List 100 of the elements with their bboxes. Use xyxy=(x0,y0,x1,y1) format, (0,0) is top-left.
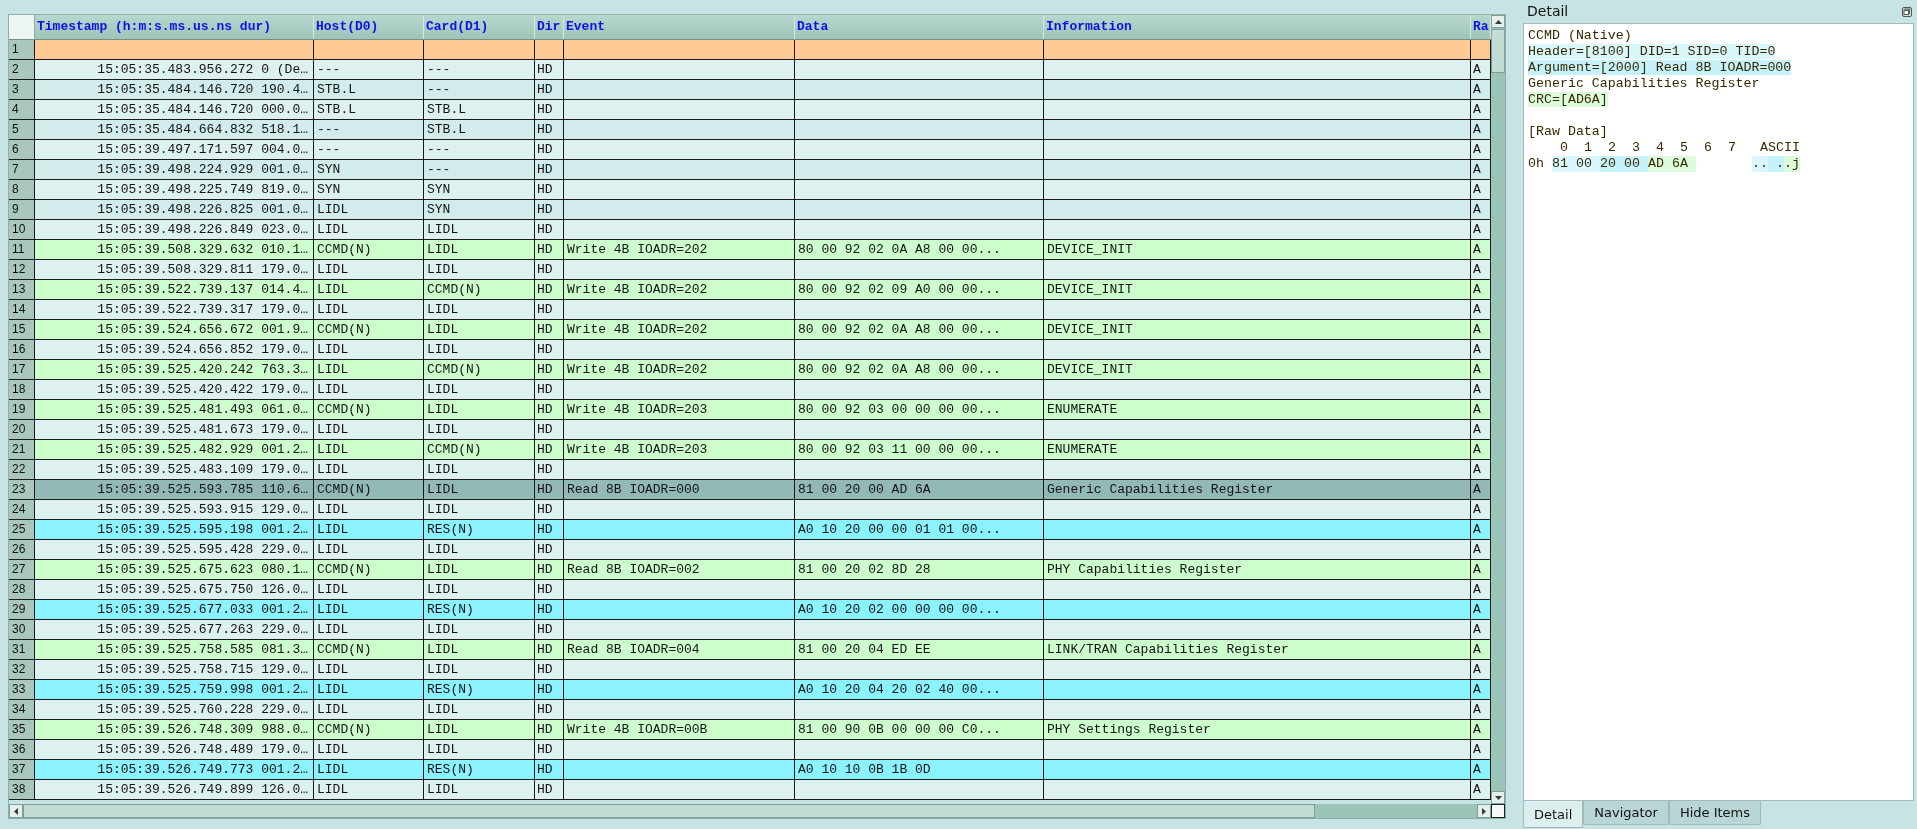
row-number: 20 xyxy=(9,420,35,440)
panel-tab[interactable]: Detail xyxy=(1523,801,1584,828)
row-number: 30 xyxy=(9,620,35,640)
table-row[interactable]: 13 15:05:39.522.739.137 014.4… LIDL CCMD(N) HD Write 4B IOADR=202 80 00 92 02 09 A0 00 00... DEVICE_INIT A xyxy=(9,280,1491,300)
table-row[interactable]: 36 15:05:39.526.748.489 179.0… LIDL LIDL HD A xyxy=(9,740,1491,760)
table-row[interactable]: 33 15:05:39.525.759.998 001.2… LIDL RES(N) HD A0 10 20 04 20 02 40 00... A xyxy=(9,680,1491,700)
table-row[interactable]: 30 15:05:39.525.677.263 229.0… LIDL LIDL HD A xyxy=(9,620,1491,640)
row-number: 27 xyxy=(9,560,35,580)
hex-byte: 00 xyxy=(1576,156,1600,172)
table-row[interactable]: 5 15:05:35.484.664.832 518.1… --- STB.L HD A xyxy=(9,120,1491,140)
detail-text: Generic Capabilities Register xyxy=(1528,76,1760,91)
table-row[interactable]: 20 15:05:39.525.481.673 179.0… LIDL LIDL HD A xyxy=(9,420,1491,440)
detail-text: Header=[8100] DID=1 SID=0 TID=0 xyxy=(1528,44,1776,59)
table-row[interactable]: 35 15:05:39.526.748.309 988.0… CCMD(N) LIDL HD Write 4B IOADR=00B 81 00 90 0B 00 00 00 C0... PHY Settings Register A xyxy=(9,720,1491,740)
column-header[interactable]: Dir xyxy=(535,15,564,39)
table-row[interactable]: 14 15:05:39.522.739.317 179.0… LIDL LIDL HD A xyxy=(9,300,1491,320)
row-number: 33 xyxy=(9,680,35,700)
row-number: 8 xyxy=(9,180,35,200)
table-row[interactable]: 9 15:05:39.498.226.825 001.0… LIDL SYN HD A xyxy=(9,200,1491,220)
table-row[interactable]: 29 15:05:39.525.677.033 001.2… LIDL RES(N) HD A0 10 20 02 00 00 00 00... A xyxy=(9,600,1491,620)
row-number: 5 xyxy=(9,120,35,140)
scroll-up-button[interactable] xyxy=(1491,15,1505,28)
row-number: 26 xyxy=(9,540,35,560)
raw-data-heading: [Raw Data] xyxy=(1528,124,1608,139)
row-number: 4 xyxy=(9,100,35,120)
row-number: 17 xyxy=(9,360,35,380)
table-row[interactable]: 38 15:05:39.526.749.899 126.0… LIDL LIDL HD A xyxy=(9,780,1491,800)
row-number: 11 xyxy=(9,240,35,260)
table-row[interactable]: 6 15:05:39.497.171.597 004.0… --- --- HD A xyxy=(9,140,1491,160)
row-number: 13 xyxy=(9,280,35,300)
row-number: 18 xyxy=(9,380,35,400)
restore-icon[interactable] xyxy=(1902,6,1912,17)
table-row[interactable]: 10 15:05:39.498.226.849 023.0… LIDL LIDL HD A xyxy=(9,220,1491,240)
table-row[interactable]: 28 15:05:39.525.675.750 126.0… LIDL LIDL HD A xyxy=(9,580,1491,600)
ascii-text: .. xyxy=(1752,156,1768,172)
table-row[interactable]: 7 15:05:39.498.224.929 001.0… SYN --- HD A xyxy=(9,160,1491,180)
hex-byte: 20 xyxy=(1600,156,1624,172)
row-number: 32 xyxy=(9,660,35,680)
column-header[interactable]: Event xyxy=(564,15,795,39)
row-number: 35 xyxy=(9,720,35,740)
table-row[interactable]: 21 15:05:39.525.482.929 001.2… LIDL CCMD(N) HD Write 4B IOADR=203 80 00 92 03 11 00 00 00... ENUMERATE A xyxy=(9,440,1491,460)
table-row[interactable]: 32 15:05:39.525.758.715 129.0… LIDL LIDL HD A xyxy=(9,660,1491,680)
scrollbar-thumb[interactable] xyxy=(1491,29,1505,73)
scroll-left-button[interactable] xyxy=(9,804,23,818)
right-arrow-icon xyxy=(1482,807,1486,815)
table-row[interactable]: 15 15:05:39.524.656.672 001.9… CCMD(N) LIDL HD Write 4B IOADR=202 80 00 92 02 0A A8 00 00... DEVICE_INIT A xyxy=(9,320,1491,340)
table-row[interactable]: 24 15:05:39.525.593.915 129.0… LIDL LIDL HD A xyxy=(9,500,1491,520)
scroll-right-button[interactable] xyxy=(1477,804,1491,818)
table-cell: 15:05:39.526.749.899 126.0… xyxy=(35,780,314,800)
scroll-down-button[interactable] xyxy=(1491,791,1505,804)
table-row[interactable]: 8 15:05:39.498.225.749 819.0… SYN SYN HD A xyxy=(9,180,1491,200)
table-row[interactable]: 23 15:05:39.525.593.785 110.6… CCMD(N) LIDL HD Read 8B IOADR=000 81 00 20 00 AD 6A Generic Capabilities Register A xyxy=(9,480,1491,500)
panel-tab[interactable]: Navigator xyxy=(1583,801,1669,825)
row-number: 29 xyxy=(9,600,35,620)
table-row[interactable]: 12 15:05:39.508.329.811 179.0… LIDL LIDL HD A xyxy=(9,260,1491,280)
left-arrow-icon xyxy=(14,807,18,815)
table-row[interactable]: 18 15:05:39.525.420.422 179.0… LIDL LIDL HD A xyxy=(9,380,1491,400)
table-row[interactable]: 25 15:05:39.525.595.198 001.2… LIDL RES(N) HD A0 10 20 00 00 01 01 00... A xyxy=(9,520,1491,540)
down-arrow-icon xyxy=(1494,795,1502,800)
byte-column-label: 7 xyxy=(1728,140,1736,155)
table-row[interactable]: 3 15:05:35.484.146.720 190.4… STB.L --- HD A xyxy=(9,80,1491,100)
table-row[interactable]: 31 15:05:39.525.758.585 081.3… CCMD(N) LIDL HD Read 8B IOADR=004 81 00 20 04 ED EE LINK/TRAN Capabilities Register A xyxy=(9,640,1491,660)
column-header[interactable]: Data xyxy=(795,15,1044,39)
table-row[interactable]: 22 15:05:39.525.483.109 179.0… LIDL LIDL HD A xyxy=(9,460,1491,480)
column-header[interactable]: Host(D0) xyxy=(314,15,424,39)
row-number: 34 xyxy=(9,700,35,720)
byte-column-label: 3 xyxy=(1632,140,1640,155)
row-number: 3 xyxy=(9,80,35,100)
table-row[interactable]: 1 xyxy=(9,40,1491,60)
column-header[interactable]: Card(D1) xyxy=(424,15,535,39)
table-row[interactable]: 2 15:05:35.483.956.272 0 (De… --- --- HD A xyxy=(9,60,1491,80)
column-header[interactable]: Timestamp (h:m:s.ms.us.ns dur) xyxy=(35,15,314,39)
table-row[interactable]: 37 15:05:39.526.749.773 001.2… LIDL RES(N) HD A0 10 10 0B 1B 0D A xyxy=(9,760,1491,780)
panel-tab[interactable]: Hide Items xyxy=(1668,801,1762,825)
up-arrow-icon xyxy=(1494,19,1502,24)
row-number: 25 xyxy=(9,520,35,540)
row-number: 16 xyxy=(9,340,35,360)
hex-byte: 00 xyxy=(1624,156,1648,172)
byte-column-label: 5 xyxy=(1680,140,1688,155)
column-header[interactable]: Information xyxy=(1044,15,1471,39)
row-number: 24 xyxy=(9,500,35,520)
table-row[interactable]: 11 15:05:39.508.329.632 010.1… CCMD(N) LIDL HD Write 4B IOADR=202 80 00 92 02 0A A8 00 00... DEVICE_INIT A xyxy=(9,240,1491,260)
row-number: 9 xyxy=(9,200,35,220)
row-number: 36 xyxy=(9,740,35,760)
detail-text: CCMD (Native) xyxy=(1528,28,1632,43)
vertical-scrollbar[interactable] xyxy=(1491,15,1505,804)
ascii-column-label: ASCII xyxy=(1760,140,1800,156)
byte-column-label: 0 xyxy=(1560,140,1568,155)
table-row[interactable]: 34 15:05:39.525.760.228 229.0… LIDL LIDL HD A xyxy=(9,700,1491,720)
table-row[interactable]: 16 15:05:39.524.656.852 179.0… LIDL LIDL HD A xyxy=(9,340,1491,360)
row-number: 31 xyxy=(9,640,35,660)
table-cell: HD xyxy=(535,780,564,800)
table-row[interactable]: 26 15:05:39.525.595.428 229.0… LIDL LIDL HD A xyxy=(9,540,1491,560)
table-row[interactable]: 27 15:05:39.525.675.623 080.1… CCMD(N) LIDL HD Read 8B IOADR=002 81 00 20 02 8D 28 PHY Capabilities Register A xyxy=(9,560,1491,580)
table-row[interactable]: 19 15:05:39.525.481.493 061.0… CCMD(N) LIDL HD Write 4B IOADR=203 80 00 92 03 00 00 00 00... ENUMERATE A xyxy=(9,400,1491,420)
row-number: 21 xyxy=(9,440,35,460)
row-number: 10 xyxy=(9,220,35,240)
table-row[interactable]: 17 15:05:39.525.420.242 763.3… LIDL CCMD(N) HD Write 4B IOADR=202 80 00 92 02 0A A8 00 00... DEVICE_INIT A xyxy=(9,360,1491,380)
byte-column-label: 1 xyxy=(1584,140,1592,155)
table-row[interactable]: 4 15:05:35.484.146.720 000.0… STB.L STB.L HD A xyxy=(9,100,1491,120)
